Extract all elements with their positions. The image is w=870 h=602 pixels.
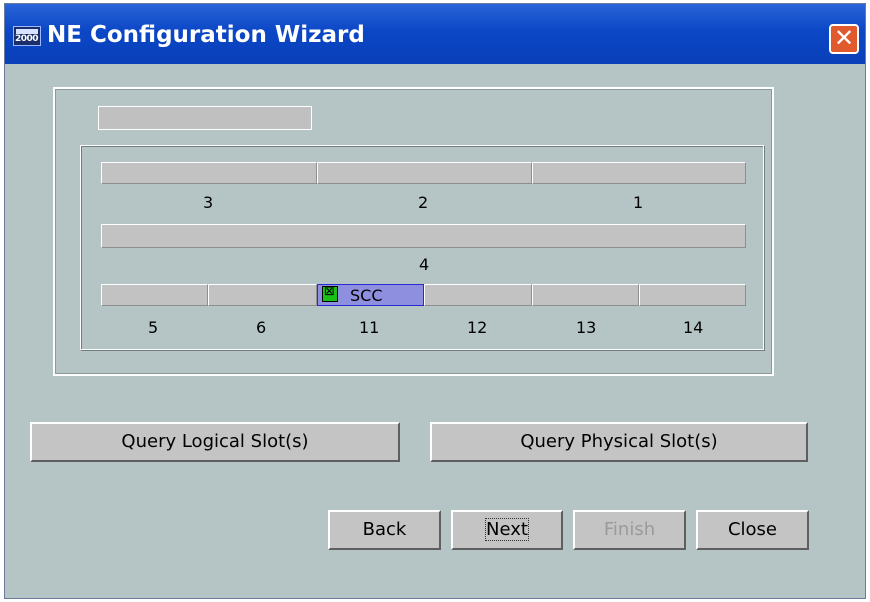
slot-top[interactable] <box>98 106 312 130</box>
back-button[interactable]: Back <box>328 510 441 550</box>
slot-number-6: 6 <box>256 318 267 337</box>
slot-number-4: 4 <box>419 255 430 274</box>
slot-2[interactable] <box>317 162 532 184</box>
board-status-icon <box>322 284 338 302</box>
query-logical-slots-button[interactable]: Query Logical Slot(s) <box>30 422 400 462</box>
title-bar[interactable]: 2000 NE Configuration Wizard ✕ <box>5 4 865 64</box>
slot-14[interactable] <box>639 284 746 306</box>
window-title: NE Configuration Wizard <box>47 22 365 48</box>
app-icon-year: 2000 <box>15 34 39 44</box>
query-physical-slots-button[interactable]: Query Physical Slot(s) <box>430 422 808 462</box>
slot-number-2: 2 <box>418 193 429 212</box>
next-button-label: Next <box>485 518 529 541</box>
slot-5[interactable] <box>101 284 208 306</box>
slot-number-11: 11 <box>359 318 380 337</box>
slot-4[interactable] <box>101 224 746 248</box>
slot-number-13: 13 <box>576 318 597 337</box>
app-icon: 2000 <box>13 26 41 46</box>
scc-board-label: SCC <box>350 286 383 305</box>
slot-11-scc-board[interactable]: SCC <box>317 284 424 306</box>
slot-1[interactable] <box>532 162 746 184</box>
close-window-icon[interactable]: ✕ <box>829 24 859 54</box>
slot-number-14: 14 <box>683 318 704 337</box>
slot-12[interactable] <box>424 284 532 306</box>
slot-number-5: 5 <box>148 318 159 337</box>
slot-number-12: 12 <box>467 318 488 337</box>
slot-number-1: 1 <box>633 193 644 212</box>
next-button[interactable]: Next <box>451 510 563 550</box>
finish-button[interactable]: Finish <box>573 510 686 550</box>
slot-number-3: 3 <box>203 193 214 212</box>
close-button[interactable]: Close <box>696 510 809 550</box>
slot-13[interactable] <box>532 284 639 306</box>
slot-3[interactable] <box>101 162 317 184</box>
slot-6[interactable] <box>208 284 317 306</box>
